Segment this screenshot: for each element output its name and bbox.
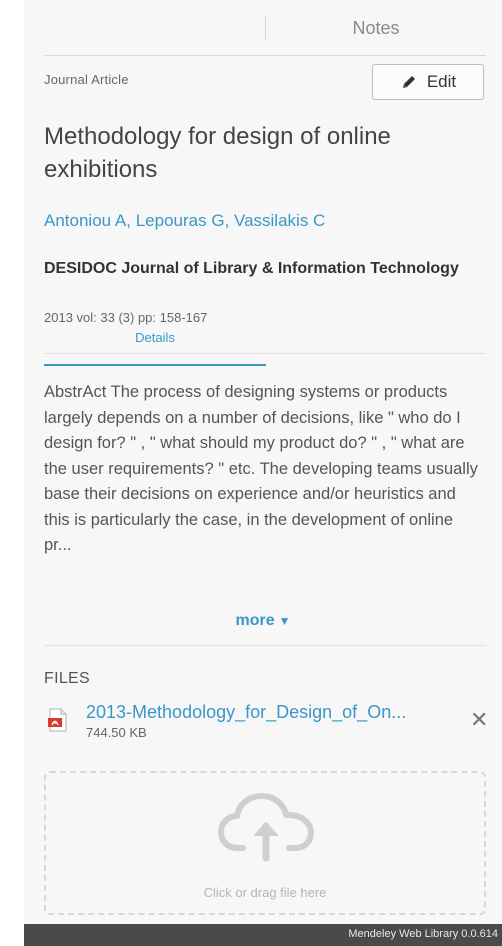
cloud-upload-icon	[218, 793, 314, 862]
divider	[44, 353, 486, 354]
file-item: 2013-Methodology_for_Design_of_On... 744…	[44, 702, 488, 746]
footer-bar: Mendeley Web Library 0.0.614	[24, 924, 502, 946]
author-link[interactable]: Antoniou A	[44, 211, 126, 230]
publication-details: 2013 vol: 33 (3) pp: 158-167	[44, 310, 208, 325]
file-name-link[interactable]: 2013-Methodology_for_Design_of_On...	[86, 702, 456, 723]
page-margin	[0, 0, 24, 924]
version-label: Mendeley Web Library 0.0.614	[348, 928, 498, 940]
author-link[interactable]: Lepouras G	[136, 211, 225, 230]
edit-button-label: Edit	[426, 72, 457, 91]
file-dropzone[interactable]: Click or drag file here	[44, 771, 486, 915]
caret-down-icon: ▼	[278, 614, 291, 628]
details-panel: Details Notes Journal Article Edit Metho…	[24, 0, 502, 924]
document-title: Methodology for design of online exhibit…	[44, 123, 391, 183]
tab-notes[interactable]: Notes	[266, 0, 486, 56]
tab-divider	[44, 55, 486, 56]
tab-bar: Details Notes	[44, 0, 486, 366]
pdf-icon	[48, 708, 67, 732]
pencil-icon	[402, 76, 415, 88]
divider	[44, 645, 486, 646]
abstract-text: AbstrAct The process of designing system…	[44, 383, 478, 554]
more-label: more	[235, 612, 275, 629]
dropzone-label: Click or drag file here	[203, 885, 327, 900]
files-heading: FILES	[44, 670, 90, 687]
remove-file-close-icon[interactable]: ✕	[470, 707, 488, 733]
journal-name: DESIDOC Journal of Library & Information…	[44, 260, 459, 277]
document-type: Journal Article	[44, 72, 129, 87]
more-button[interactable]: more ▼	[24, 612, 502, 630]
edit-button[interactable]: Edit	[372, 64, 484, 100]
file-size: 744.50 KB	[86, 725, 147, 740]
author-list: Antoniou A, Lepouras G, Vassilakis C	[44, 211, 326, 230]
author-link[interactable]: Vassilakis C	[234, 211, 325, 230]
